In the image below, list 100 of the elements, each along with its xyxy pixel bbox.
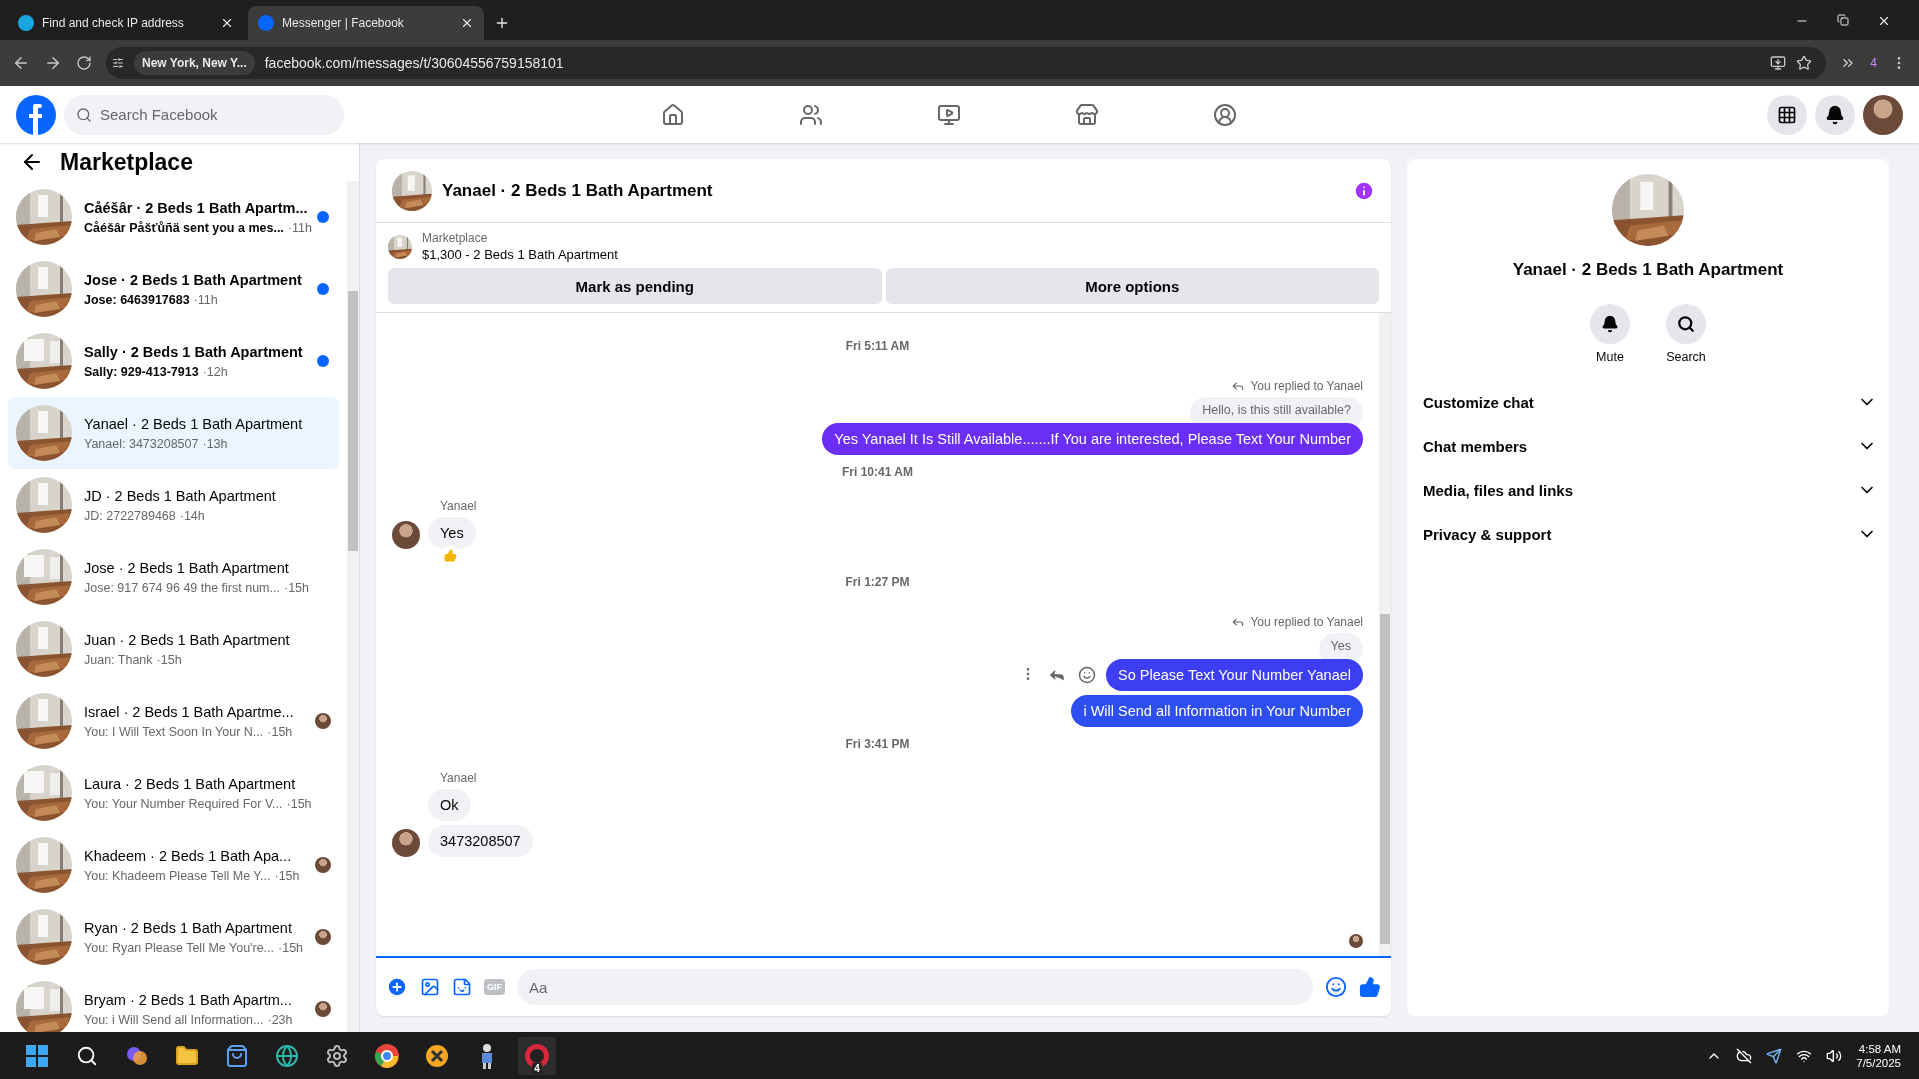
- logo-icon[interactable]: [16, 94, 56, 135]
- conversation-name: Yanael · 2 Beds 1 Bath Apartment: [1512, 260, 1784, 280]
- cloud-off-icon[interactable]: [1736, 1047, 1753, 1064]
- folder-icon[interactable]: [175, 1043, 199, 1068]
- groups-icon[interactable]: [1213, 102, 1237, 127]
- section-title: Chat members: [1423, 437, 1528, 455]
- sent-message: i Will Send all Information in Your Number: [1071, 695, 1363, 727]
- conversation-item[interactable]: JD · 2 Beds 1 Bath Apartment JD: 2722789468 ·14h: [8, 469, 339, 541]
- install-icon[interactable]: [1770, 55, 1787, 71]
- action-button[interactable]: Mark as pending: [388, 268, 882, 304]
- menu-button[interactable]: [1767, 94, 1807, 135]
- scrollbar[interactable]: [1379, 313, 1391, 956]
- message-field[interactable]: Aa: [517, 969, 1313, 1005]
- volume-icon[interactable]: [1826, 1047, 1843, 1064]
- bag-icon[interactable]: [225, 1043, 249, 1068]
- browser-icon[interactable]: [275, 1043, 299, 1068]
- conversation-preview: You: I Will Text Soon In Your N...: [84, 723, 264, 740]
- forward-icon[interactable]: [44, 54, 62, 72]
- location-chip[interactable]: New York, New Y...: [134, 51, 255, 75]
- section-header[interactable]: Media, files and links: [1423, 468, 1877, 512]
- send-icon[interactable]: [1766, 1047, 1783, 1064]
- emoji-icon[interactable]: [1325, 976, 1347, 998]
- conversation-title: Yanael · 2 Beds 1 Bath Apartment: [84, 414, 303, 433]
- conversation-title: JD · 2 Beds 1 Bath Apartment: [84, 486, 277, 505]
- video-icon[interactable]: [937, 102, 961, 127]
- conversation-preview: Jose: 6463917683: [84, 291, 190, 308]
- browser-tab[interactable]: Find and check IP address: [8, 6, 244, 40]
- bell-icon: [1825, 104, 1845, 125]
- chrome-like-icon[interactable]: [374, 1042, 400, 1069]
- home-icon[interactable]: [661, 102, 685, 127]
- close-icon[interactable]: [1877, 14, 1891, 28]
- seen-avatar: [315, 713, 331, 729]
- conversation-item[interactable]: Khadeem · 2 Beds 1 Bath Apa... You: Khadeem Please Tell Me Y... ·15h: [8, 829, 339, 901]
- listing-name[interactable]: $1,300 - 2 Beds 1 Bath Apartment: [422, 247, 618, 262]
- search-icon[interactable]: [76, 1044, 98, 1067]
- restore-icon[interactable]: [1837, 14, 1849, 26]
- search-button[interactable]: [1666, 304, 1706, 344]
- sender-avatar: [392, 521, 420, 549]
- chat-title: Yanael · 2 Beds 1 Bath Apartment: [442, 180, 714, 201]
- conversation-preview: Juan: Thank: [84, 651, 153, 668]
- conversation-item[interactable]: Juan · 2 Beds 1 Bath Apartment Juan: Thank ·15h: [8, 613, 339, 685]
- clock[interactable]: 4:58 AM 7/5/2025: [1856, 1042, 1901, 1069]
- profile-avatar[interactable]: [1863, 94, 1903, 135]
- conversation-item[interactable]: Jose · 2 Beds 1 Bath Apartment Jose: 917 674 96 49 the first num... ·15h: [8, 541, 339, 613]
- conversation-title: Sally · 2 Beds 1 Bath Apartment: [84, 342, 303, 361]
- sender-name: Yanael: [440, 771, 477, 785]
- reload-icon[interactable]: [76, 55, 92, 71]
- image-icon[interactable]: [420, 977, 440, 997]
- thumbs-up-icon: [443, 548, 457, 562]
- conversation-preview: Yanael: 3473208507: [84, 435, 199, 452]
- thumbs-up-icon[interactable]: [1359, 976, 1381, 998]
- timestamp: Fri 10:41 AM: [842, 465, 913, 479]
- browser-tab[interactable]: Messenger | Facebook: [248, 6, 484, 40]
- info-icon[interactable]: [1353, 179, 1375, 202]
- plus-icon[interactable]: [386, 976, 408, 998]
- sticker-icon[interactable]: [452, 977, 472, 997]
- start-icon[interactable]: [25, 1043, 49, 1068]
- conversation-time: ·15h: [283, 579, 309, 596]
- gear-icon[interactable]: [325, 1043, 349, 1068]
- store-icon[interactable]: [1075, 102, 1099, 127]
- close-icon[interactable]: [460, 16, 474, 30]
- conversation-title: Jose · 2 Beds 1 Bath Apartment: [84, 558, 290, 577]
- bookmark-star-icon[interactable]: [1796, 55, 1813, 71]
- conversation-item[interactable]: Sally · 2 Beds 1 Bath Apartment Sally: 929-413-7913 ·12h: [8, 325, 339, 397]
- x-circle-icon[interactable]: [425, 1043, 449, 1068]
- timestamp: Fri 3:41 PM: [845, 737, 910, 751]
- conversation-item[interactable]: Cåéšâr · 2 Beds 1 Bath Apartm... Cåéšâr Påšťůñä sent you a mes... ·11h: [8, 181, 339, 253]
- conversation-time: ·23h: [267, 1011, 293, 1028]
- search-field[interactable]: Search Facebook: [64, 94, 344, 135]
- conversation-title: Laura · 2 Beds 1 Bath Apartment: [84, 774, 297, 793]
- conversation-item[interactable]: Ryan · 2 Beds 1 Bath Apartment You: Ryan Please Tell Me You're... ·15h: [8, 901, 339, 973]
- notifications-button[interactable]: [1815, 94, 1855, 135]
- conversation-time: ·15h: [286, 795, 312, 812]
- favicon-icon: [18, 15, 34, 31]
- conversation-time: ·14h: [179, 507, 205, 524]
- url-text[interactable]: facebook.com/messages/t/30604556759158101: [264, 55, 1761, 71]
- conversation-item[interactable]: Israel · 2 Beds 1 Bath Apartme... You: I Will Text Soon In Your N... ·15h: [8, 685, 339, 757]
- close-icon[interactable]: [220, 16, 234, 30]
- conversation-title: Juan · 2 Beds 1 Bath Apartment: [84, 630, 291, 649]
- conversation-preview: You: i Will Send all Information...: [84, 1011, 264, 1028]
- section-header[interactable]: Privacy & support: [1423, 512, 1877, 556]
- extension-count: 4: [1870, 56, 1877, 70]
- reply-note: You replied to Yanael: [1250, 615, 1363, 629]
- mute-button[interactable]: [1590, 304, 1630, 344]
- back-icon[interactable]: [12, 54, 30, 72]
- new-tab-icon[interactable]: [494, 15, 510, 31]
- friends-icon[interactable]: [799, 102, 823, 127]
- conversation-item[interactable]: Laura · 2 Beds 1 Bath Apartment You: Your Number Required For V... ·15h: [8, 757, 339, 829]
- search-icon: [1677, 315, 1695, 333]
- conversation-item[interactable]: Yanael · 2 Beds 1 Bath Apartment Yanael: 3473208507 ·13h: [8, 397, 339, 469]
- conversation-item[interactable]: Jose · 2 Beds 1 Bath Apartment Jose: 6463917683 ·11h: [8, 253, 339, 325]
- action-button[interactable]: More options: [885, 268, 1379, 304]
- seen-avatar: [315, 1001, 331, 1017]
- site-settings-icon[interactable]: [112, 57, 124, 69]
- emoji-icon[interactable]: [1078, 666, 1097, 684]
- conversation-preview: Jose: 917 674 96 49 the first num...: [84, 579, 280, 596]
- section-header[interactable]: Chat members: [1423, 424, 1877, 468]
- section-header[interactable]: Customize chat: [1423, 380, 1877, 424]
- scrollbar[interactable]: [347, 181, 359, 1032]
- bell-icon: [1601, 315, 1619, 333]
